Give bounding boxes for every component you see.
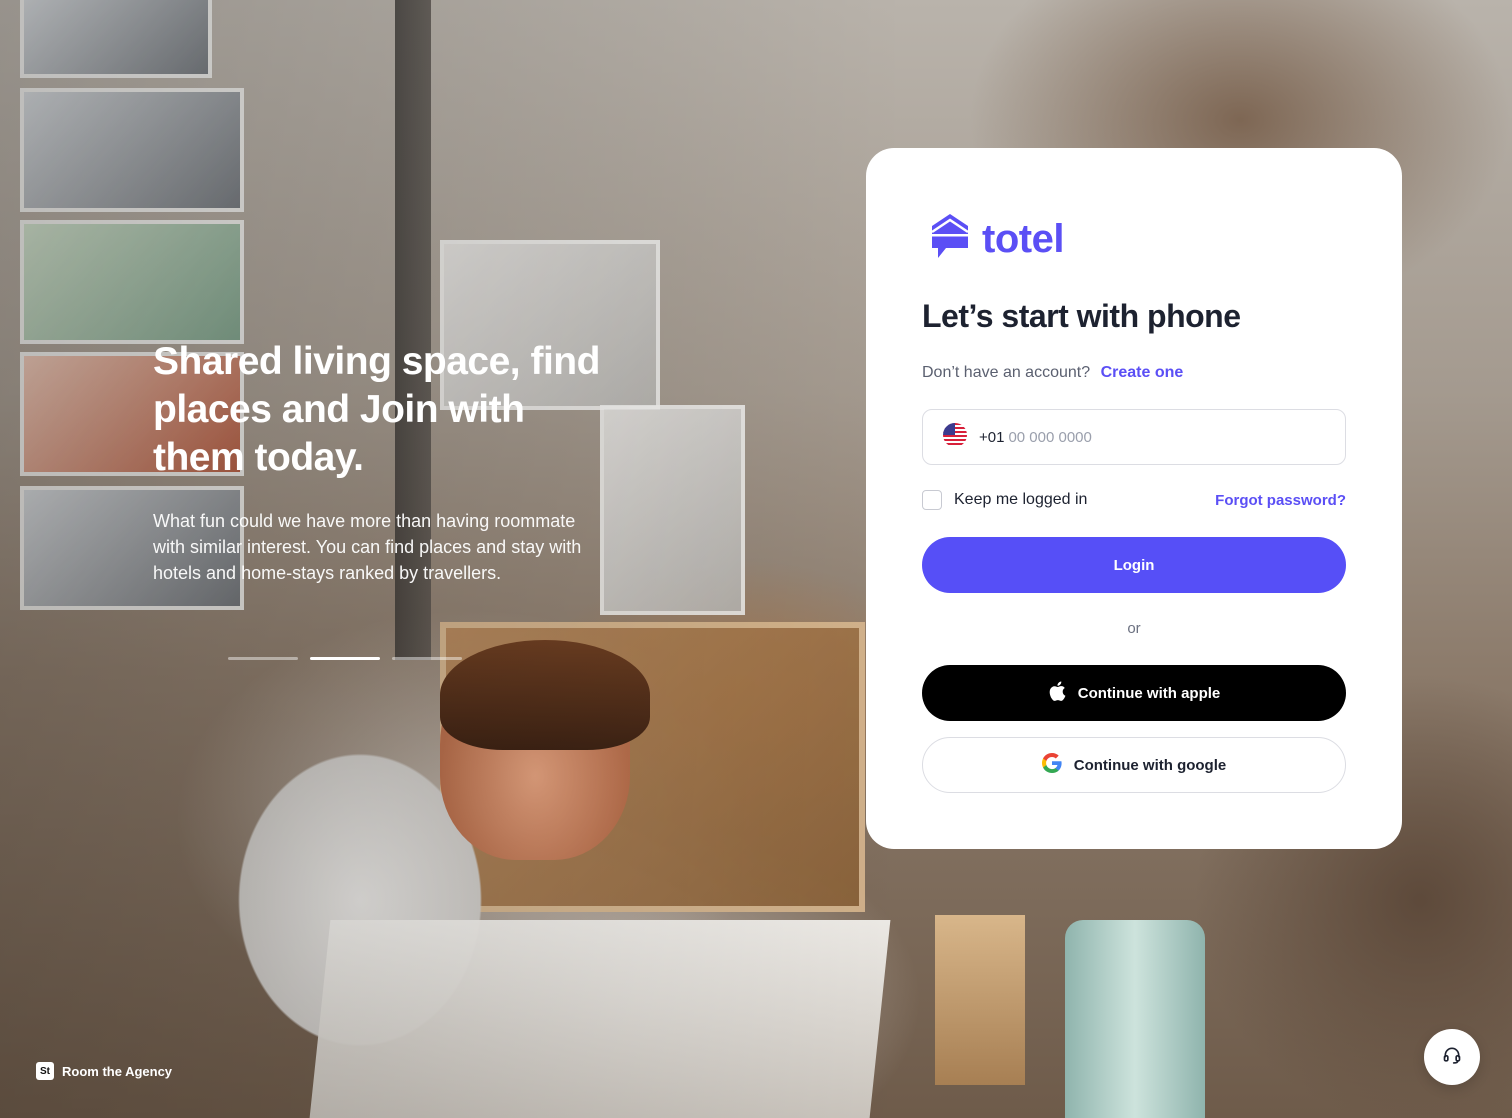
hero-headline: Shared living space, find places and Joi…	[153, 340, 600, 479]
agency-logo-icon: St	[36, 1062, 54, 1080]
google-button-label: Continue with google	[1073, 756, 1227, 774]
headset-icon	[1442, 1045, 1462, 1070]
carousel-dot[interactable]	[228, 657, 298, 660]
carousel-indicators	[228, 657, 462, 660]
carousel-dot-active[interactable]	[310, 657, 380, 660]
phone-field[interactable]: +01	[922, 409, 1346, 465]
country-code[interactable]: +01	[979, 429, 1004, 446]
google-icon	[1041, 753, 1062, 777]
apple-icon	[1048, 681, 1066, 705]
agency-credit[interactable]: St Room the Agency	[36, 1062, 172, 1080]
forgot-password-link[interactable]: Forgot password?	[1215, 492, 1346, 509]
continue-with-apple-button[interactable]: Continue with apple	[922, 665, 1346, 721]
login-card: totel Let’s start with phone Don’t have …	[866, 148, 1402, 849]
us-flag-icon[interactable]	[943, 422, 967, 452]
page-title: Let’s start with phone	[922, 298, 1241, 334]
or-divider: or	[1127, 620, 1141, 637]
remember-row: Keep me logged in	[922, 490, 1087, 510]
login-button[interactable]: Login	[922, 537, 1346, 593]
carousel-dot[interactable]	[392, 657, 462, 660]
support-button[interactable]	[1424, 1029, 1480, 1085]
brand-name: totel	[982, 217, 1064, 261]
phone-input[interactable]	[1008, 428, 1309, 446]
hero-section: Shared living space, find places and Joi…	[153, 338, 613, 586]
brand[interactable]: totel	[930, 212, 1064, 267]
hero-description: What fun could we have more than having …	[153, 511, 582, 583]
keep-logged-in-checkbox[interactable]	[922, 490, 942, 510]
house-chat-icon	[930, 212, 970, 267]
keep-logged-in-label[interactable]: Keep me logged in	[954, 491, 1087, 509]
apple-button-label: Continue with apple	[1077, 684, 1221, 702]
signup-prompt: Don’t have an account?	[922, 364, 1091, 381]
create-account-link[interactable]: Create one	[1101, 364, 1184, 381]
agency-label: Room the Agency	[62, 1063, 173, 1079]
continue-with-google-button[interactable]: Continue with google	[922, 737, 1346, 793]
signup-prompt-row: Don’t have an account? Create one	[922, 364, 1183, 382]
